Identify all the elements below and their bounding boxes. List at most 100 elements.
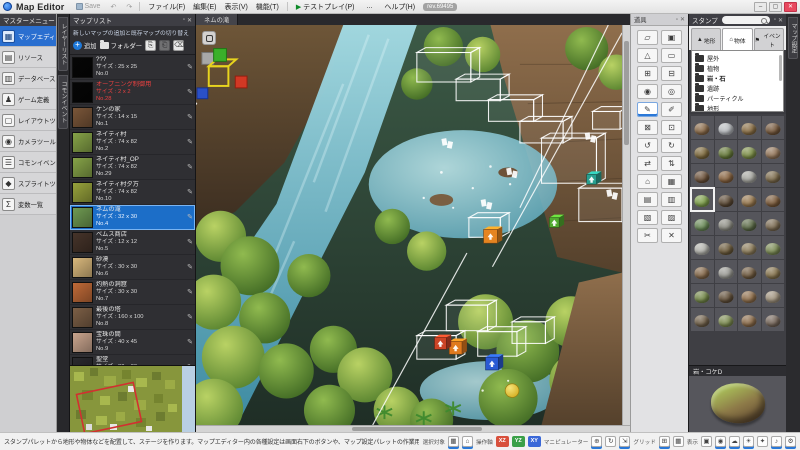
stamp-tool[interactable]: ⊞ xyxy=(637,66,658,81)
multi-stamp-tool[interactable]: ⊟ xyxy=(661,66,682,81)
flip-v-tool[interactable]: ⇅ xyxy=(661,156,682,171)
box-tool[interactable]: ▣ xyxy=(661,30,682,45)
stamp-cell[interactable] xyxy=(691,140,714,163)
stamp-cell[interactable] xyxy=(691,164,714,187)
sidebar-item-layout-tool[interactable]: ▢レイアウトツール xyxy=(0,110,56,131)
pin-icon[interactable]: ▫ xyxy=(774,17,776,23)
stamp-search-input[interactable] xyxy=(722,16,770,24)
edit-pencil-icon[interactable]: ✎ xyxy=(187,313,193,321)
stamp-cell[interactable] xyxy=(738,236,761,259)
horizontal-scrollbar[interactable] xyxy=(196,425,630,432)
edit-pencil-icon[interactable]: ✎ xyxy=(187,113,193,121)
stamp-cell[interactable] xyxy=(715,236,738,259)
map-list-item[interactable]: ???サイズ : 25 x 25No.0✎ xyxy=(70,55,195,80)
settings-icon[interactable]: ⚙ xyxy=(785,436,796,447)
stamp-cell[interactable] xyxy=(738,116,761,139)
map-list-item[interactable]: 灼熱の洞窟サイズ : 30 x 30No.7✎ xyxy=(70,280,195,305)
plate-tool[interactable]: ▱ xyxy=(637,30,658,45)
pin-icon[interactable]: ▫ xyxy=(183,17,185,23)
stamp-cell[interactable] xyxy=(715,140,738,163)
folder-scrollbar[interactable] xyxy=(779,55,782,81)
edit-pencil-icon[interactable]: ✎ xyxy=(187,288,193,296)
view-mode-button[interactable] xyxy=(202,31,216,45)
sidebar-item-common-events[interactable]: ☰コモンイベント xyxy=(0,152,56,173)
stamp-cell[interactable] xyxy=(762,212,785,235)
stamp-cell[interactable] xyxy=(691,116,714,139)
stamp-cell[interactable] xyxy=(762,140,785,163)
stamp-folder[interactable]: 屋外 xyxy=(693,53,782,63)
stamp-cell[interactable] xyxy=(691,260,714,283)
stamp-cell[interactable] xyxy=(762,236,785,259)
edit-pencil-icon[interactable]: ✎ xyxy=(187,238,193,246)
map-list-item[interactable]: ネイティ村サイズ : 74 x 82No.2✎ xyxy=(70,130,195,155)
select-target-terrain-icon[interactable]: ▦ xyxy=(448,436,459,447)
stamp-cell[interactable] xyxy=(762,260,785,283)
stamp-cell[interactable] xyxy=(738,140,761,163)
slab-tool[interactable]: ▭ xyxy=(661,48,682,63)
close-button[interactable]: ✕ xyxy=(784,2,797,12)
stamp-cell[interactable] xyxy=(738,164,761,187)
delete-tool[interactable]: ✕ xyxy=(661,228,682,243)
eraser-tool[interactable]: ⊠ xyxy=(637,120,658,135)
testplay-button[interactable]: ▶ テストプレイ(P) xyxy=(292,1,359,13)
map-viewport[interactable] xyxy=(196,25,622,425)
stamp-cell[interactable] xyxy=(715,188,738,211)
vertical-scrollbar[interactable] xyxy=(622,25,630,425)
paste-map-button[interactable]: ⎗ xyxy=(159,40,170,51)
stamp-cell[interactable] xyxy=(715,260,738,283)
manipulator-scale-icon[interactable]: ⇲ xyxy=(619,436,630,447)
map-list-item[interactable]: 砂漠サイズ : 30 x 30No.6✎ xyxy=(70,255,195,280)
stamp-cell[interactable] xyxy=(738,284,761,307)
map-list-item[interactable]: ケンの家サイズ : 14 x 15No.1✎ xyxy=(70,105,195,130)
light-icon[interactable]: ☀ xyxy=(743,436,754,447)
camera-icon[interactable]: ◉ xyxy=(715,436,726,447)
terrain-lower-tool[interactable]: ◎ xyxy=(661,84,682,99)
copy-map-button[interactable]: ⎘ xyxy=(145,40,156,51)
sidebar-item-camera-tool[interactable]: ◉カメラツール xyxy=(0,131,56,152)
map-list-item[interactable]: ネイティ村夕方サイズ : 74 x 82No.10✎ xyxy=(70,180,195,205)
map-list-item[interactable]: ネイティ村_OPサイズ : 74 x 82No.29✎ xyxy=(70,155,195,180)
edit-pencil-icon[interactable]: ✎ xyxy=(187,213,193,221)
triangle-tool[interactable]: △ xyxy=(637,48,658,63)
stamp-cell[interactable] xyxy=(691,284,714,307)
axis-chip-yz[interactable]: YZ xyxy=(512,436,525,447)
terrain-raise-tool[interactable]: ◉ xyxy=(637,84,658,99)
stamp-cell[interactable] xyxy=(715,116,738,139)
stamp-cell[interactable] xyxy=(738,188,761,211)
menu-file[interactable]: ファイル(F) xyxy=(144,1,189,13)
effect-icon[interactable]: ✦ xyxy=(757,436,768,447)
sidebar-item-resources[interactable]: ▤リソース xyxy=(0,47,56,68)
edit-pencil-icon[interactable]: ✎ xyxy=(187,138,193,146)
edit-pencil-icon[interactable]: ✎ xyxy=(187,88,193,96)
sidebar-item-variable-list[interactable]: Σ変数一覧 xyxy=(0,194,56,215)
sidebar-item-map-editor[interactable]: ▦マップエディター xyxy=(0,26,56,47)
map-list-item[interactable]: 宝珠の間サイズ : 40 x 45No.9✎ xyxy=(70,330,195,355)
edit-pencil-icon[interactable]: ✎ xyxy=(187,263,193,271)
edit-pencil-icon[interactable]: ✎ xyxy=(187,163,193,171)
select-target-object-icon[interactable]: ⌂ xyxy=(462,436,473,447)
help-menu[interactable]: ヘルプ(H) xyxy=(380,1,419,13)
stamp-cell[interactable] xyxy=(762,188,785,211)
pen-tool[interactable]: ✎ xyxy=(637,102,658,117)
map-list-item[interactable]: 最後の塔サイズ : 160 x 100No.8✎ xyxy=(70,305,195,330)
delete-map-button[interactable]: ⌫ xyxy=(173,40,184,51)
palette-tab-common-event[interactable]: コモンイベント xyxy=(58,75,68,129)
close-icon[interactable]: ✕ xyxy=(778,17,783,24)
hatch-tool[interactable]: ▧ xyxy=(637,210,658,225)
tab-object[interactable]: ⌂物体 xyxy=(722,28,752,50)
menu-edit[interactable]: 編集(E) xyxy=(189,1,220,13)
canvas-tab-active[interactable]: ネムの滝 xyxy=(196,14,238,25)
stamp-cell[interactable] xyxy=(691,212,714,235)
edit-pencil-icon[interactable]: ✎ xyxy=(187,338,193,346)
layer-down-tool[interactable]: ▥ xyxy=(661,192,682,207)
stamp-cell[interactable] xyxy=(738,260,761,283)
edit-pencil-icon[interactable]: ✎ xyxy=(187,63,193,71)
stamp-cell[interactable] xyxy=(762,308,785,331)
app-gear-icon[interactable] xyxy=(3,2,12,11)
axis-chip-xz[interactable]: XZ xyxy=(496,436,509,447)
tab-terrain[interactable]: ▲地形 xyxy=(691,28,721,50)
axis-chip-xy[interactable]: XY xyxy=(528,436,541,447)
stamp-folder[interactable]: 遺跡 xyxy=(693,83,782,93)
sidebar-item-game-definition[interactable]: ♟ゲーム定義 xyxy=(0,89,56,110)
stamp-cell[interactable] xyxy=(691,188,714,211)
